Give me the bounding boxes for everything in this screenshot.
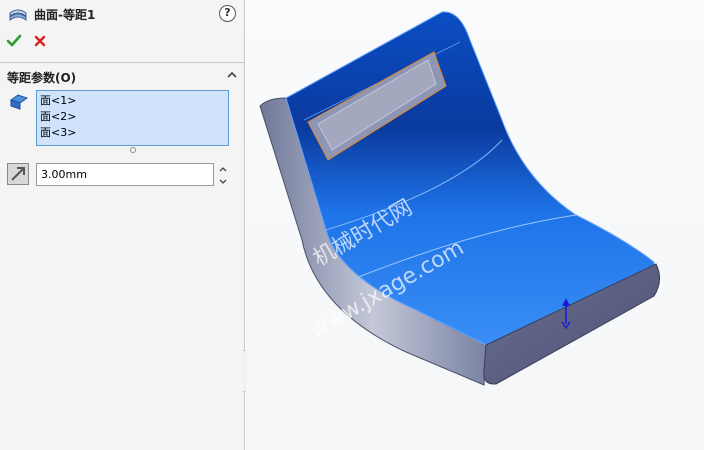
spin-down-button[interactable] (217, 176, 229, 187)
check-icon (6, 34, 22, 47)
model-view (259, 11, 660, 386)
chevron-up-icon[interactable] (226, 69, 238, 81)
face-item[interactable]: 面<1> (40, 93, 225, 109)
list-resize-handle[interactable] (130, 147, 136, 153)
chevron-down-icon (219, 179, 227, 184)
surface-selection-icon (8, 92, 30, 112)
ok-button[interactable] (6, 33, 22, 49)
face-item[interactable]: 面<3> (40, 125, 225, 141)
arrow-diagonal-icon (11, 167, 25, 181)
faces-selection-box[interactable]: 面<1> 面<2> 面<3> (36, 90, 229, 146)
chevron-up-icon (219, 167, 227, 172)
property-manager-panel: 曲面-等距1 ? 等距参数(O) 面<1> 面<2> 面<3> (0, 0, 245, 450)
reverse-direction-button[interactable] (7, 163, 29, 185)
close-icon (34, 35, 46, 47)
graphics-viewport[interactable]: 机械时代网 www.jxage.com (246, 0, 704, 450)
offset-distance-input[interactable] (36, 163, 214, 186)
face-item[interactable]: 面<2> (40, 109, 225, 125)
property-manager-header: 曲面-等距1 ? (0, 0, 245, 28)
offset-surface-feature-icon (8, 5, 28, 23)
offset-parameters-group-header[interactable]: 等距参数(O) (0, 66, 245, 86)
section-divider (0, 62, 245, 63)
spin-up-button[interactable] (217, 164, 229, 175)
offset-parameters-title: 等距参数(O) (7, 71, 77, 85)
help-button[interactable]: ? (219, 5, 236, 22)
property-manager-title: 曲面-等距1 (34, 8, 96, 22)
cancel-button[interactable] (33, 34, 47, 48)
